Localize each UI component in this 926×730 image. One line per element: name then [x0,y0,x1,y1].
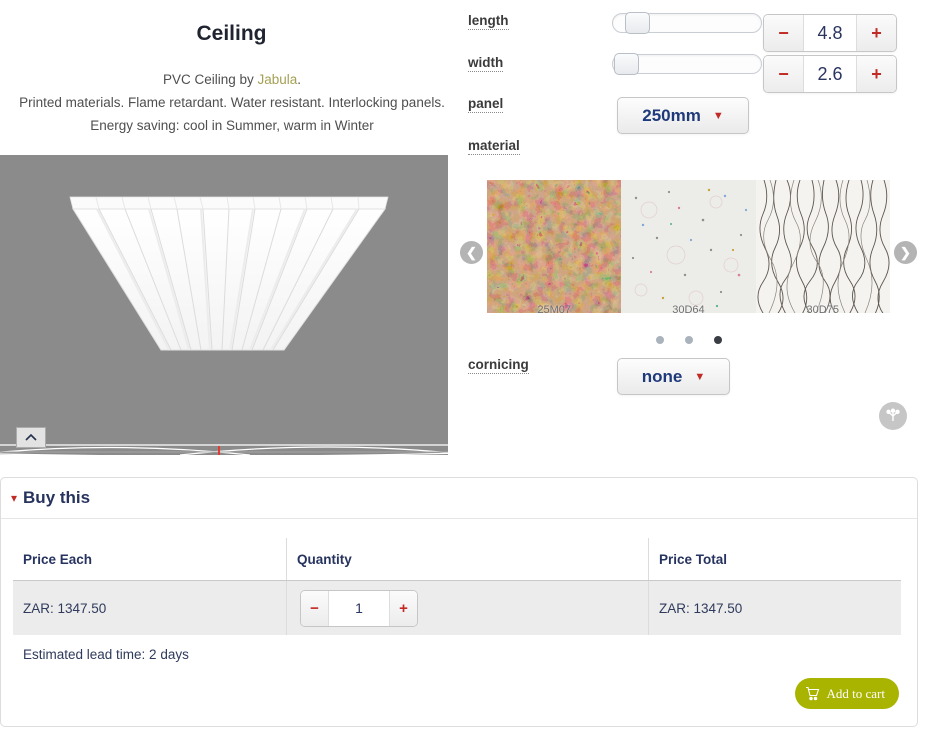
description-body: Printed materials. Flame retardant. Wate… [19,95,445,133]
swatch-code: 25M07 [487,304,621,313]
cornicing-selected-value: none [642,367,683,387]
wavy-lines-texture [756,180,890,313]
price-table-header-row: Price Each Quantity Price Total [13,538,901,581]
carousel-dot-3[interactable] [714,336,722,344]
description-period: . [297,72,301,87]
quantity-decrease-button[interactable]: − [301,591,328,626]
length-slider-thumb[interactable] [625,12,650,34]
product-configurator-page: Ceiling PVC Ceiling by Jabula. Printed m… [0,0,926,730]
price-each-value: ZAR: 1347.50 [13,581,286,635]
width-stepper: − 2.6 + [763,55,897,93]
carousel-next-button[interactable]: ❯ [894,241,917,264]
brand-link[interactable]: Jabula [257,72,297,87]
chevron-up-icon [25,434,37,441]
chevron-right-icon: ❯ [900,245,911,261]
share-icon [885,408,901,424]
sparkle-texture [621,180,755,313]
buy-this-title: Buy this [23,488,90,508]
ceiling-3d-preview[interactable] [0,155,448,455]
carousel-dot-1[interactable] [656,336,664,344]
cart-icon [805,686,820,701]
price-table: Price Each Quantity Price Total ZAR: 134… [13,538,901,635]
granite-texture [487,180,621,313]
caret-down-icon: ▾ [11,491,17,505]
chevron-left-icon: ❮ [466,245,477,261]
material-swatch-30D64[interactable]: 30D64 [621,180,755,313]
length-stepper: − 4.8 + [763,14,897,52]
carousel-pagination [487,336,890,344]
carousel-dot-2[interactable] [685,336,693,344]
price-table-row: ZAR: 1347.50 − 1 + ZAR: 1347.50 [13,581,901,635]
caret-down-icon: ▼ [694,371,705,383]
quantity-value: 1 [328,591,390,626]
width-decrease-button[interactable]: − [764,56,803,92]
panel-dropdown[interactable]: 250mm ▼ [617,97,749,134]
material-swatch-30D75[interactable]: 30D75 [756,180,890,313]
price-each-header: Price Each [13,538,286,580]
panel-label: panel [468,96,503,113]
cornicing-label: cornicing [468,357,529,374]
quantity-stepper: − 1 + [300,590,418,627]
cornicing-dropdown[interactable]: none ▼ [617,358,730,395]
lead-time-text: Estimated lead time: 2 days [23,647,189,662]
length-label: length [468,13,509,30]
page-title: Ceiling [0,22,463,46]
width-slider-thumb[interactable] [614,53,639,75]
width-value: 2.6 [803,56,857,92]
preview-expand-button[interactable] [16,427,46,448]
price-total-value: ZAR: 1347.50 [648,581,901,635]
length-value: 4.8 [803,15,857,51]
price-total-header: Price Total [648,538,901,580]
length-increase-button[interactable]: + [857,15,896,51]
product-description: PVC Ceiling by Jabula. Printed materials… [12,68,452,137]
carousel-prev-button[interactable]: ❮ [460,241,483,264]
swatch-code: 30D75 [756,304,890,313]
swatch-code: 30D64 [621,304,755,313]
panel-selected-value: 250mm [642,106,701,126]
length-decrease-button[interactable]: − [764,15,803,51]
material-label: material [468,138,520,155]
add-to-cart-button[interactable]: Add to cart [795,678,899,709]
quantity-cell: − 1 + [286,581,648,635]
caret-down-icon: ▼ [713,110,724,122]
ceiling-3d-render [0,155,448,455]
quantity-increase-button[interactable]: + [390,591,417,626]
buy-this-panel: ▾ Buy this Price Each Quantity Price Tot… [0,477,918,727]
width-slider[interactable] [612,54,762,74]
buy-this-header[interactable]: ▾ Buy this [1,478,917,519]
length-slider[interactable] [612,13,762,33]
material-carousel: 25M07 30D64 [487,180,890,313]
width-increase-button[interactable]: + [857,56,896,92]
add-to-cart-label: Add to cart [827,686,885,702]
share-button[interactable] [879,402,907,430]
quantity-header: Quantity [286,538,648,580]
material-swatch-25M07[interactable]: 25M07 [487,180,621,313]
description-intro: PVC Ceiling by [163,72,258,87]
width-label: width [468,55,503,72]
